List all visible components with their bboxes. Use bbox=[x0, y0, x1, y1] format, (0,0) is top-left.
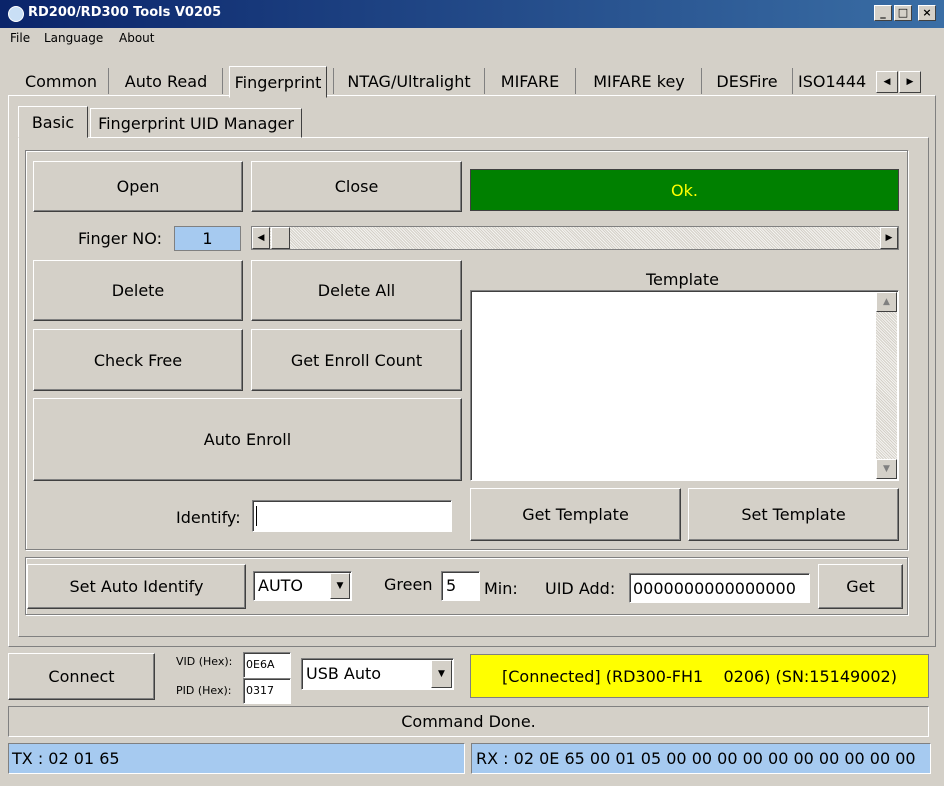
template-scrollbar[interactable] bbox=[876, 292, 897, 479]
rx-status: RX : 02 0E 65 00 01 05 00 00 00 00 00 00… bbox=[471, 743, 931, 774]
tab-iso14443[interactable]: ISO1444 bbox=[798, 66, 872, 96]
delete-button[interactable]: Delete bbox=[33, 260, 243, 321]
window-title: RD200/RD300 Tools V0205 bbox=[28, 5, 222, 20]
finger-no-label: Finger NO: bbox=[78, 229, 162, 248]
port-dropdown-arrow-icon[interactable]: ▼ bbox=[431, 660, 452, 688]
tab-fingerprint[interactable]: Fingerprint bbox=[229, 66, 327, 98]
tab-separator bbox=[484, 68, 485, 94]
tab-separator bbox=[792, 68, 793, 94]
vid-input[interactable]: 0E6A bbox=[243, 652, 291, 678]
identify-input[interactable] bbox=[252, 500, 452, 532]
open-button[interactable]: Open bbox=[33, 161, 243, 212]
slider-right-arrow-icon[interactable]: ▶ bbox=[880, 227, 898, 249]
menu-file[interactable]: File bbox=[10, 31, 30, 45]
slider-thumb[interactable] bbox=[271, 227, 290, 249]
delete-all-button[interactable]: Delete All bbox=[251, 260, 462, 321]
tab-scroll-left-button[interactable]: ◀ bbox=[876, 71, 898, 93]
vid-label: VID (Hex): bbox=[176, 655, 233, 668]
tab-separator bbox=[333, 68, 334, 94]
subtab-basic[interactable]: Basic bbox=[18, 106, 88, 138]
tab-mifare-key[interactable]: MIFARE key bbox=[582, 66, 696, 96]
text-cursor bbox=[256, 506, 257, 526]
menu-bar: File Language About bbox=[0, 28, 944, 50]
tx-status: TX : 02 01 65 bbox=[8, 743, 465, 774]
auto-mode-dropdown-arrow-icon[interactable]: ▼ bbox=[330, 573, 350, 599]
command-status-bar: Command Done. bbox=[8, 706, 929, 737]
auto-enroll-button[interactable]: Auto Enroll bbox=[33, 398, 462, 481]
min-label: Min: bbox=[484, 579, 518, 598]
pid-label: PID (Hex): bbox=[176, 684, 232, 697]
tab-common[interactable]: Common bbox=[18, 66, 104, 96]
template-scroll-up-icon[interactable]: ▲ bbox=[876, 292, 897, 312]
finger-no-value: 1 bbox=[174, 226, 241, 251]
tab-separator bbox=[108, 68, 109, 94]
app-icon bbox=[8, 6, 24, 22]
close-button[interactable]: Close bbox=[251, 161, 462, 212]
menu-about[interactable]: About bbox=[119, 31, 154, 45]
set-auto-identify-button[interactable]: Set Auto Identify bbox=[27, 564, 246, 609]
uid-add-label: UID Add: bbox=[545, 579, 616, 598]
check-free-button[interactable]: Check Free bbox=[33, 329, 243, 391]
set-template-button[interactable]: Set Template bbox=[688, 488, 899, 541]
pid-input[interactable]: 0317 bbox=[243, 678, 291, 704]
uid-add-input[interactable]: 0000000000000000 bbox=[629, 573, 810, 603]
get-template-button[interactable]: Get Template bbox=[470, 488, 681, 541]
template-label: Template bbox=[646, 270, 720, 289]
template-scroll-down-icon[interactable]: ▼ bbox=[876, 459, 897, 479]
tab-scroll-right-button[interactable]: ▶ bbox=[899, 71, 921, 93]
close-window-button[interactable]: × bbox=[918, 5, 936, 21]
tab-separator bbox=[575, 68, 576, 94]
template-textarea[interactable] bbox=[470, 290, 899, 481]
connection-status: [Connected] (RD300-FH1 0206) (SN:1514900… bbox=[470, 654, 929, 698]
tab-auto-read[interactable]: Auto Read bbox=[116, 66, 216, 96]
identify-label: Identify: bbox=[176, 508, 241, 527]
slider-left-arrow-icon[interactable]: ◀ bbox=[252, 227, 270, 249]
tab-ntag-ultralight[interactable]: NTAG/Ultralight bbox=[340, 66, 478, 96]
finger-no-slider[interactable] bbox=[251, 226, 899, 250]
get-uid-button[interactable]: Get bbox=[818, 564, 903, 609]
tab-mifare[interactable]: MIFARE bbox=[490, 66, 570, 96]
title-bar: RD200/RD300 Tools V0205 _ □ × bbox=[0, 0, 944, 28]
tab-separator bbox=[222, 68, 223, 94]
minimize-button[interactable]: _ bbox=[874, 5, 892, 21]
fingerprint-status: Ok. bbox=[470, 169, 899, 211]
get-enroll-count-button[interactable]: Get Enroll Count bbox=[251, 329, 462, 391]
green-input[interactable]: 5 bbox=[441, 571, 480, 601]
menu-language[interactable]: Language bbox=[44, 31, 103, 45]
tab-separator bbox=[701, 68, 702, 94]
maximize-button[interactable]: □ bbox=[894, 5, 912, 21]
green-label: Green bbox=[384, 575, 433, 594]
connect-button[interactable]: Connect bbox=[8, 653, 155, 700]
tab-desfire[interactable]: DESFire bbox=[708, 66, 786, 96]
subtab-fingerprint-uid-manager[interactable]: Fingerprint UID Manager bbox=[90, 108, 302, 138]
